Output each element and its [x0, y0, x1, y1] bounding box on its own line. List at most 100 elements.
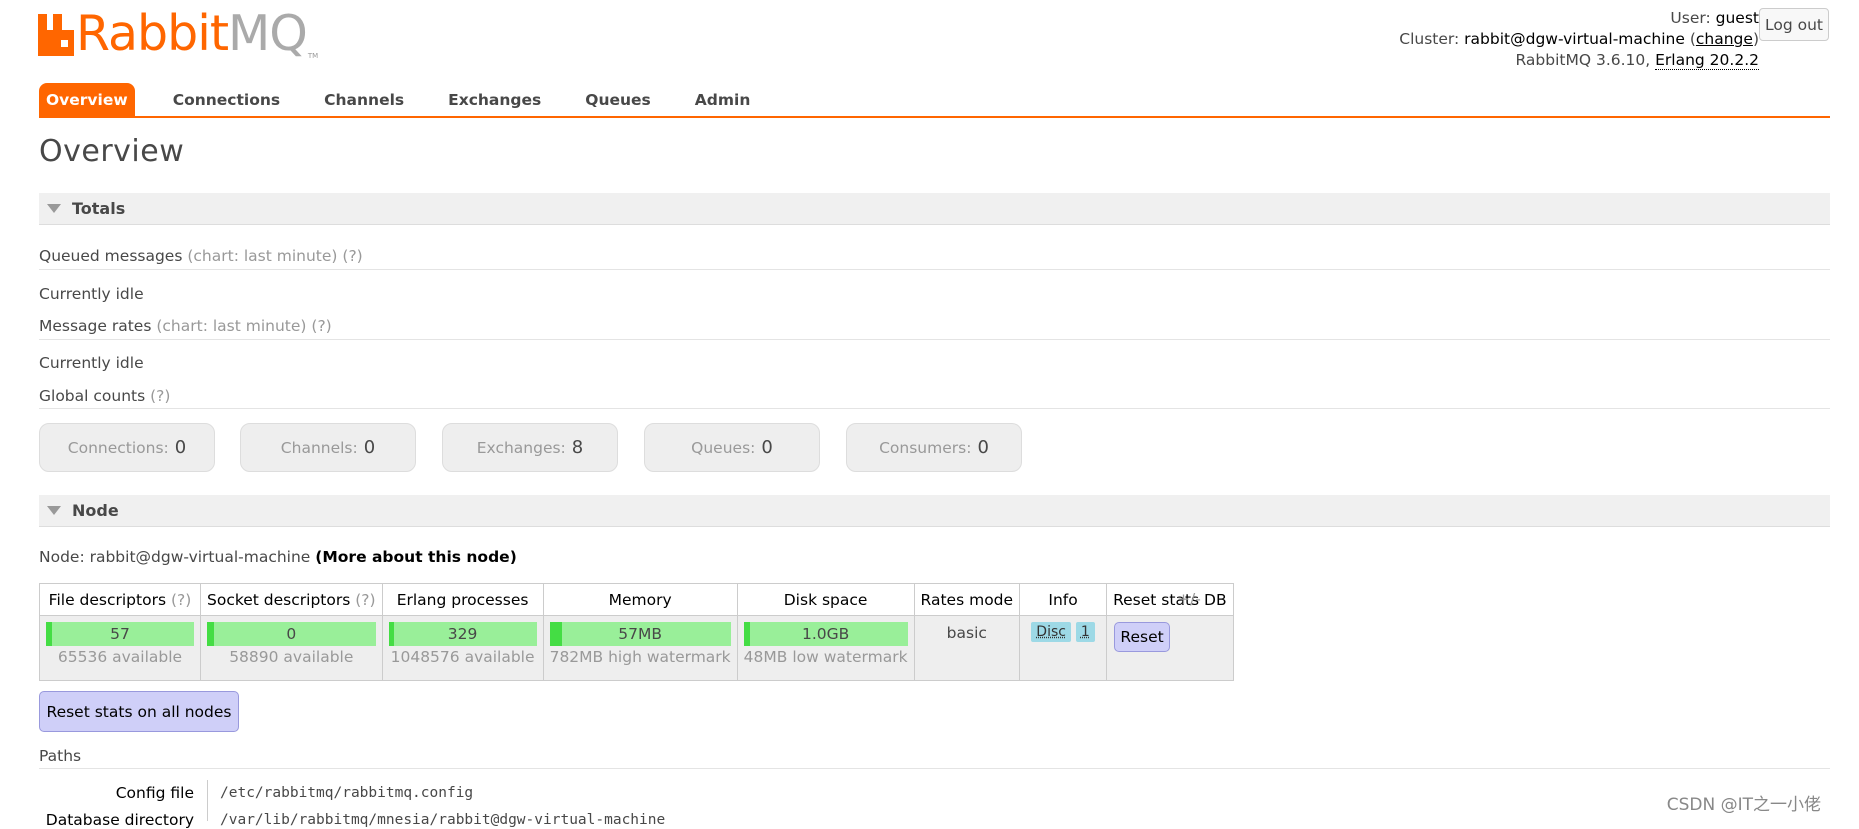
divider — [39, 339, 1830, 340]
more-about-node-link[interactable]: (More about this node) — [315, 548, 517, 566]
node-count-badge[interactable]: 1 — [1075, 622, 1095, 642]
erlang-processes-cell: 329 1048576 available — [381, 615, 544, 681]
tab-underline — [39, 116, 1830, 118]
header-label: File descriptors — [48, 590, 167, 609]
header-disk-space: Disk space — [736, 583, 915, 616]
fd-help-link[interactable]: (?) — [171, 591, 191, 609]
config-file-value: /etc/rabbitmq/rabbitmq.config — [220, 785, 474, 801]
disk-value: 1.0GB — [801, 625, 850, 643]
rates-mode-value: basic — [913, 615, 1021, 681]
main-nav-tabs: Overview Connections Channels Exchanges … — [39, 83, 772, 116]
header-file-descriptors: File descriptors (?) — [39, 583, 201, 616]
disk-usage-bar: 1.0GB — [743, 622, 908, 646]
memory-cell: 57MB 782MB high watermark — [542, 615, 738, 681]
node-name: Node: rabbit@dgw-virtual-machine — [39, 548, 311, 566]
count-box-queues[interactable]: Queues: 0 — [644, 423, 820, 472]
csdn-watermark: CSDN @IT之一小佬 — [1666, 795, 1821, 815]
disk-watermark: 48MB low watermark — [743, 648, 908, 666]
socket-descriptors-cell: 0 58890 available — [200, 615, 383, 681]
rabbitmq-version: RabbitMQ 3.6.10, — [1515, 51, 1651, 69]
reset-cell: Reset — [1106, 615, 1234, 681]
global-help-link[interactable]: (?) — [150, 387, 170, 405]
memory-watermark: 782MB high watermark — [549, 648, 731, 666]
tab-exchanges[interactable]: Exchanges — [426, 83, 563, 116]
header-memory: Memory — [542, 583, 738, 616]
table-row: 57 65536 available 0 58890 available 329… — [39, 615, 1234, 681]
tab-admin[interactable]: Admin — [673, 83, 773, 116]
memory-usage-bar: 57MB — [549, 622, 731, 646]
sd-available: 58890 available — [229, 648, 354, 666]
rates-chart-range-link[interactable]: (chart: last minute) — [156, 317, 306, 335]
message-rates-label: Message rates (chart: last minute) (?) — [39, 317, 332, 335]
global-counts-title: Global counts — [39, 387, 146, 405]
divider — [39, 768, 1830, 769]
rates-help-link[interactable]: (?) — [311, 317, 331, 335]
queued-status: Currently idle — [39, 285, 144, 303]
sd-help-link[interactable]: (?) — [355, 591, 375, 609]
erl-usage-bar: 329 — [388, 622, 537, 646]
login-status: User: guest Cluster: rabbit@dgw-virtual-… — [1399, 9, 1759, 70]
count-label: Queues: — [691, 438, 756, 457]
file-descriptors-cell: 57 65536 available — [39, 615, 201, 681]
cluster-label: Cluster: — [1399, 30, 1460, 48]
fd-available: 65536 available — [57, 648, 183, 666]
queued-messages-label: Queued messages (chart: last minute) (?) — [39, 247, 363, 265]
cluster-name: rabbit@dgw-virtual-machine — [1464, 30, 1685, 48]
fd-usage-bar: 57 — [46, 622, 194, 646]
header-erlang-processes: Erlang processes — [381, 583, 544, 616]
toggle-columns-link[interactable]: +/- — [1177, 590, 1201, 608]
logo-tm: TM — [307, 52, 319, 60]
header-info: Info — [1019, 583, 1108, 616]
tab-queues[interactable]: Queues — [563, 83, 673, 116]
logout-button[interactable]: Log out — [1759, 8, 1829, 41]
paths-title: Paths — [39, 747, 82, 765]
tab-overview[interactable]: Overview — [39, 83, 135, 116]
totals-section-header[interactable]: Totals — [39, 193, 1830, 225]
node-name-line: Node: rabbit@dgw-virtual-machine (More a… — [39, 548, 517, 566]
sd-usage-bar: 0 — [207, 622, 376, 646]
count-box-consumers[interactable]: Consumers: 0 — [846, 423, 1022, 472]
change-cluster-link[interactable]: change — [1696, 30, 1753, 48]
count-value: 0 — [174, 437, 187, 458]
header-label: Socket descriptors — [207, 590, 351, 609]
count-box-exchanges[interactable]: Exchanges: 8 — [442, 423, 618, 472]
queued-chart-range-link[interactable]: (chart: last minute) — [187, 247, 337, 265]
tab-connections[interactable]: Connections — [151, 83, 302, 116]
username: guest — [1715, 9, 1759, 27]
sd-value: 0 — [286, 625, 297, 643]
erl-available: 1048576 available — [390, 648, 535, 666]
tab-channels[interactable]: Channels — [302, 83, 426, 116]
totals-title: Totals — [72, 199, 126, 218]
queued-help-link[interactable]: (?) — [342, 247, 362, 265]
info-cell: Disc 1 — [1019, 615, 1108, 681]
page-title: Overview — [39, 134, 185, 169]
count-label: Consumers: — [879, 438, 972, 457]
reset-stats-all-nodes-button[interactable]: Reset stats on all nodes — [39, 691, 239, 732]
global-counts-label: Global counts (?) — [39, 387, 170, 405]
reset-stats-db-button[interactable]: Reset — [1114, 622, 1171, 652]
database-directory-label: Database directory — [45, 811, 194, 829]
count-value: 0 — [977, 437, 989, 458]
memory-value: 57MB — [618, 625, 662, 643]
count-box-connections[interactable]: Connections: 0 — [39, 423, 215, 472]
count-label: Exchanges: — [476, 438, 566, 457]
rabbit-logo-icon — [38, 14, 74, 56]
disc-badge[interactable]: Disc — [1031, 622, 1071, 642]
count-value: 0 — [363, 437, 376, 458]
divider — [39, 408, 1830, 409]
header-socket-descriptors: Socket descriptors (?) — [200, 583, 383, 616]
divider — [39, 269, 1830, 270]
node-section-header[interactable]: Node — [39, 495, 1830, 527]
erlang-version: Erlang 20.2.2 — [1655, 51, 1759, 70]
logo-text-rabbit: Rabbit — [76, 5, 229, 62]
user-label: User: — [1670, 9, 1711, 27]
disk-space-cell: 1.0GB 48MB low watermark — [736, 615, 915, 681]
config-file-label: Config file — [115, 784, 194, 802]
count-box-channels[interactable]: Channels: 0 — [240, 423, 416, 472]
node-title: Node — [72, 501, 119, 520]
collapse-triangle-icon — [47, 204, 61, 213]
queued-messages-title: Queued messages — [39, 247, 183, 265]
erl-value: 329 — [447, 625, 478, 643]
header-reset-stats-db: Reset stats DB — [1106, 583, 1234, 616]
paths-separator — [207, 780, 208, 821]
